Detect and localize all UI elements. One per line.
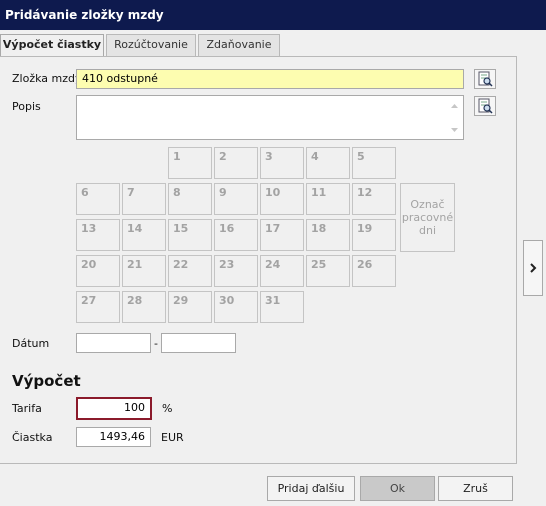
date-from-field[interactable] bbox=[76, 333, 151, 353]
add-next-button[interactable]: Pridaj ďalšiu bbox=[267, 476, 355, 501]
date-label: Dátum bbox=[12, 337, 50, 350]
tab-taxation[interactable]: Zdaňovanie bbox=[198, 34, 280, 56]
amount-unit: EUR bbox=[161, 431, 184, 444]
tab-allocation[interactable]: Rozúčtovanie bbox=[106, 34, 196, 56]
calendar-day-18[interactable]: 18 bbox=[306, 219, 350, 251]
date-to-field[interactable] bbox=[161, 333, 236, 353]
calendar-day-6[interactable]: 6 bbox=[76, 183, 120, 215]
amount-label: Čiastka bbox=[12, 431, 53, 444]
calendar-day-22[interactable]: 22 bbox=[168, 255, 212, 287]
calendar-day-29[interactable]: 29 bbox=[168, 291, 212, 323]
calendar-day-31[interactable]: 31 bbox=[260, 291, 304, 323]
cancel-button[interactable]: Zruš bbox=[438, 476, 513, 501]
description-label: Popis bbox=[12, 100, 41, 113]
calendar-day-30[interactable]: 30 bbox=[214, 291, 258, 323]
component-label: Zložka mzdy bbox=[12, 72, 82, 85]
calendar-day-8[interactable]: 8 bbox=[168, 183, 212, 215]
calendar-day-24[interactable]: 24 bbox=[260, 255, 304, 287]
component-lookup-button[interactable] bbox=[474, 69, 496, 89]
calendar-day-15[interactable]: 15 bbox=[168, 219, 212, 251]
search-document-icon bbox=[478, 71, 493, 87]
component-field[interactable]: 410 odstupné bbox=[76, 69, 464, 89]
calendar-day-3[interactable]: 3 bbox=[260, 147, 304, 179]
calendar-day-26[interactable]: 26 bbox=[352, 255, 396, 287]
chevron-right-icon bbox=[530, 263, 537, 273]
ok-button[interactable]: Ok bbox=[360, 476, 435, 501]
calendar-day-10[interactable]: 10 bbox=[260, 183, 304, 215]
calendar-day-5[interactable]: 5 bbox=[352, 147, 396, 179]
calendar-day-16[interactable]: 16 bbox=[214, 219, 258, 251]
description-lookup-button[interactable] bbox=[474, 96, 496, 116]
description-scrollbar[interactable] bbox=[446, 97, 463, 139]
scroll-arrows-icon bbox=[451, 104, 458, 132]
rate-label: Tarifa bbox=[12, 402, 42, 415]
date-separator: - bbox=[154, 337, 158, 350]
mark-working-days-button[interactable]: Označ pracovné dni bbox=[400, 183, 455, 252]
calendar-day-12[interactable]: 12 bbox=[352, 183, 396, 215]
description-field[interactable] bbox=[76, 95, 464, 140]
calendar-day-27[interactable]: 27 bbox=[76, 291, 120, 323]
calendar-day-28[interactable]: 28 bbox=[122, 291, 166, 323]
calendar-day-14[interactable]: 14 bbox=[122, 219, 166, 251]
tab-calculation[interactable]: Výpočet čiastky bbox=[0, 34, 104, 57]
calendar-day-1[interactable]: 1 bbox=[168, 147, 212, 179]
calendar-day-20[interactable]: 20 bbox=[76, 255, 120, 287]
calendar-day-2[interactable]: 2 bbox=[214, 147, 258, 179]
calendar-day-13[interactable]: 13 bbox=[76, 219, 120, 251]
search-document-icon bbox=[478, 98, 493, 114]
calendar-day-21[interactable]: 21 bbox=[122, 255, 166, 287]
calendar-day-25[interactable]: 25 bbox=[306, 255, 350, 287]
rate-field[interactable]: 100 bbox=[76, 397, 152, 420]
calendar-day-4[interactable]: 4 bbox=[306, 147, 350, 179]
calendar-day-17[interactable]: 17 bbox=[260, 219, 304, 251]
calendar-day-19[interactable]: 19 bbox=[352, 219, 396, 251]
window-title: Pridávanie zložky mzdy bbox=[0, 0, 546, 30]
rate-unit: % bbox=[162, 402, 173, 415]
calendar-day-7[interactable]: 7 bbox=[122, 183, 166, 215]
amount-field[interactable]: 1493,46 bbox=[76, 427, 151, 447]
calculation-title: Výpočet bbox=[12, 372, 81, 390]
calendar-day-9[interactable]: 9 bbox=[214, 183, 258, 215]
calendar-day-11[interactable]: 11 bbox=[306, 183, 350, 215]
calendar-day-23[interactable]: 23 bbox=[214, 255, 258, 287]
expand-panel-button[interactable] bbox=[523, 240, 543, 296]
